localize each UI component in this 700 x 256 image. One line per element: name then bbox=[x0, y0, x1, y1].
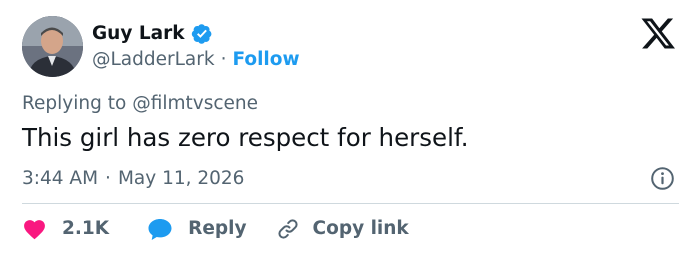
divider bbox=[22, 203, 679, 204]
timestamp-row[interactable]: 3:44 AM · May 11, 2026 bbox=[22, 164, 244, 192]
speech-bubble-icon bbox=[148, 218, 172, 240]
x-logo-icon[interactable] bbox=[640, 17, 676, 50]
separator-dot: · bbox=[105, 167, 111, 189]
like-button[interactable]: 2.1K bbox=[22, 214, 109, 244]
handle-row: @LadderLark · Follow bbox=[92, 46, 300, 74]
tweet-text: This girl has zero respect for herself. bbox=[22, 123, 469, 152]
info-icon[interactable] bbox=[650, 166, 675, 191]
display-name[interactable]: Guy Lark bbox=[92, 20, 185, 48]
verified-badge-icon bbox=[191, 23, 213, 45]
separator-dot: · bbox=[220, 49, 227, 70]
follow-button[interactable]: Follow bbox=[232, 46, 299, 74]
heart-icon bbox=[24, 219, 45, 239]
tweet-date[interactable]: May 11, 2026 bbox=[118, 168, 245, 189]
replying-to-line: Replying to @filmtvscene bbox=[22, 91, 258, 117]
avatar[interactable] bbox=[22, 16, 83, 77]
copy-link-label: Copy link bbox=[312, 218, 409, 239]
action-bar: 2.1K Reply Copy link bbox=[22, 214, 409, 244]
author-name-row: Guy Lark bbox=[92, 20, 213, 48]
replying-to-handle[interactable]: @filmtvscene bbox=[132, 93, 258, 114]
author-handle[interactable]: @LadderLark bbox=[92, 46, 215, 74]
reply-label: Reply bbox=[188, 218, 247, 239]
like-count: 2.1K bbox=[62, 218, 110, 239]
copy-link-button[interactable]: Copy link bbox=[276, 214, 409, 244]
reply-button[interactable]: Reply bbox=[147, 214, 247, 244]
link-icon bbox=[277, 219, 298, 239]
replying-prefix: Replying to bbox=[22, 93, 127, 114]
tweet-embed-card: Guy Lark @LadderLark · Follow Replying t… bbox=[0, 0, 700, 256]
tweet-time[interactable]: 3:44 AM bbox=[22, 168, 98, 189]
